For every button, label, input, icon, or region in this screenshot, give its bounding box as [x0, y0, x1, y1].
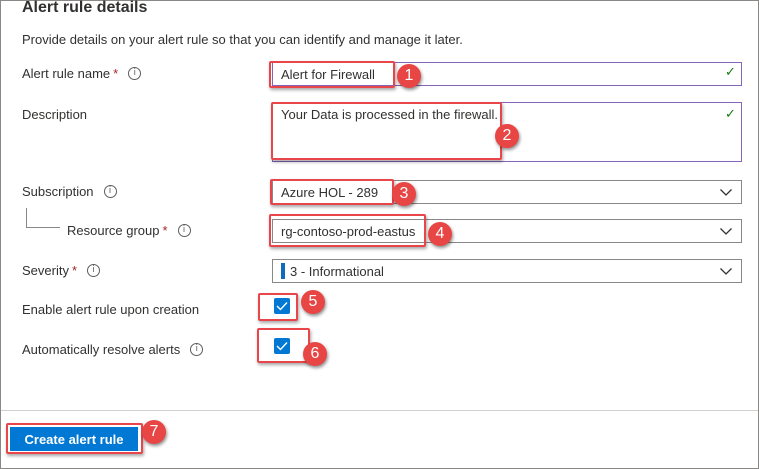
alert-rule-name-label: Alert rule name * i	[22, 66, 142, 81]
severity-dropdown[interactable]: 3 - Informational	[272, 259, 742, 283]
section-description: Provide details on your alert rule so th…	[22, 32, 463, 47]
auto-resolve-label-text: Automatically resolve alerts	[22, 342, 181, 357]
auto-resolve-label: Automatically resolve alerts i	[22, 342, 204, 357]
enable-on-creation-label: Enable alert rule upon creation	[22, 302, 200, 317]
info-icon[interactable]: i	[190, 343, 204, 356]
resource-group-label: Resource group * i	[67, 223, 191, 238]
annotation-highlight	[269, 214, 426, 247]
annotation-highlight	[6, 423, 143, 454]
severity-level-indicator	[281, 263, 285, 279]
subscription-label-text: Subscription	[22, 184, 94, 199]
required-asterisk: *	[162, 223, 168, 238]
annotation-badge: 2	[495, 124, 519, 148]
alert-rule-name-label-text: Alert rule name	[22, 66, 111, 81]
severity-value: 3 - Informational	[290, 263, 384, 279]
footer-divider	[1, 410, 758, 411]
required-asterisk: *	[71, 263, 78, 278]
tree-connector	[26, 227, 60, 228]
section-title: Alert rule details	[22, 0, 148, 16]
severity-label-text: Severity	[22, 263, 69, 278]
annotation-badge: 7	[142, 420, 166, 444]
info-icon[interactable]: i	[103, 185, 117, 198]
description-label: Description	[22, 107, 88, 122]
annotation-badge: 1	[397, 64, 421, 88]
annotation-badge: 4	[428, 222, 452, 246]
checkmark-icon: ✓	[725, 107, 736, 122]
required-asterisk: *	[113, 66, 119, 81]
annotation-badge: 3	[392, 182, 416, 206]
info-icon[interactable]: i	[177, 224, 191, 237]
severity-label: Severity * i	[22, 263, 101, 278]
checkmark-icon: ✓	[725, 65, 736, 80]
chevron-down-icon	[720, 268, 732, 275]
info-icon[interactable]: i	[87, 264, 101, 277]
tree-connector	[26, 208, 27, 227]
annotation-highlight	[257, 328, 310, 363]
chevron-down-icon	[720, 228, 732, 235]
info-icon[interactable]: i	[128, 67, 142, 80]
annotation-highlight	[269, 61, 395, 88]
annotation-highlight	[258, 293, 298, 321]
annotation-highlight	[270, 179, 394, 205]
annotation-badge: 6	[303, 342, 327, 366]
subscription-label: Subscription i	[22, 184, 117, 199]
annotation-badge: 5	[301, 290, 325, 314]
chevron-down-icon	[720, 189, 732, 196]
annotation-highlight	[271, 102, 502, 160]
resource-group-label-text: Resource group	[67, 223, 160, 238]
